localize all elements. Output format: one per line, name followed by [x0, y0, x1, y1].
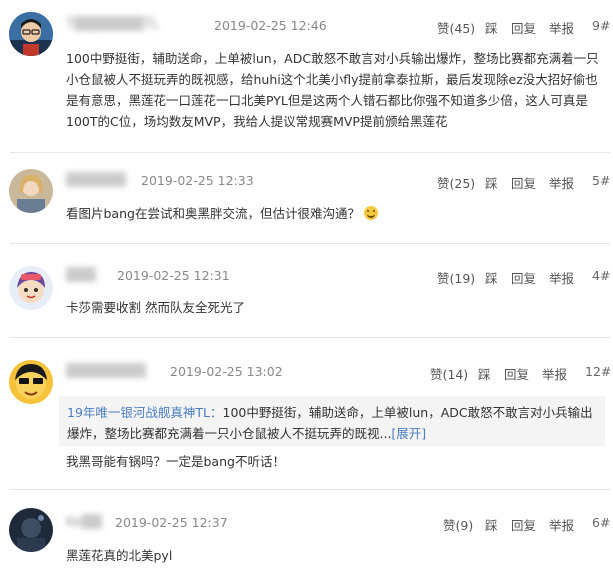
- report-button[interactable]: 举报: [549, 268, 592, 287]
- comment-text: 我黑哥能有锅吗？一定是bang不听话！: [66, 454, 285, 469]
- comment-item: ▒▒▒ 2019-02-25 12:31 赞(19) 踩 回复 举报 4# 卡莎…: [0, 244, 613, 336]
- username[interactable]: ▒▒▒▒▒▒▒▒: [66, 364, 146, 379]
- reply-button[interactable]: 回复: [511, 18, 549, 37]
- comment-time: 2019-02-25 12:37: [115, 515, 228, 530]
- comment-item: Ke▒▒ 2019-02-25 12:37 赞(9) 踩 回复 举报 6# 黑莲…: [0, 490, 613, 579]
- report-button[interactable]: 举报: [549, 173, 592, 192]
- comment-text: 黑莲花真的北美pyl: [66, 548, 173, 563]
- floor-number: 5#: [592, 173, 611, 188]
- username[interactable]: T▒▒▒▒▒▒▒TL: [66, 17, 159, 32]
- like-button[interactable]: 赞(25): [437, 173, 485, 192]
- reply-button[interactable]: 回复: [511, 515, 549, 534]
- report-button[interactable]: 举报: [549, 18, 592, 37]
- comment-actions: 赞(14) 踩 回复 举报 12#: [430, 364, 611, 383]
- comment-item: ▒▒▒▒▒▒ 2019-02-25 12:33 赞(25) 踩 回复 举报 5#…: [0, 153, 613, 241]
- comment-actions: 赞(9) 踩 回复 举报 6#: [443, 515, 610, 534]
- dislike-button[interactable]: 踩: [485, 515, 511, 534]
- avatar[interactable]: [9, 266, 53, 310]
- dislike-button[interactable]: 踩: [485, 173, 511, 192]
- reply-button[interactable]: 回复: [504, 364, 542, 383]
- report-button[interactable]: 举报: [549, 515, 592, 534]
- quoted-username[interactable]: 19年唯一银河战舰真神TL：: [67, 405, 223, 420]
- comment-item: T▒▒▒▒▒▒▒TL 2019-02-25 12:46 赞(45) 踩 回复 举…: [0, 0, 613, 150]
- floor-number: 12#: [585, 364, 612, 379]
- comment-text-body: 看图片bang在尝试和奥黑胖交流，但估计很难沟通？: [66, 206, 360, 221]
- comment-text: 卡莎需要收割 然而队友全死光了: [66, 300, 245, 315]
- comment-text: 看图片bang在尝试和奥黑胖交流，但估计很难沟通？: [66, 203, 606, 224]
- comment-actions: 赞(45) 踩 回复 举报 9#: [437, 18, 610, 37]
- comment-time: 2019-02-25 12:33: [141, 173, 254, 188]
- grin-emoji-icon: [363, 206, 378, 220]
- floor-number: 6#: [592, 515, 611, 530]
- dislike-button[interactable]: 踩: [478, 364, 504, 383]
- dislike-button[interactable]: 踩: [485, 268, 511, 287]
- comment-actions: 赞(25) 踩 回复 举报 5#: [437, 173, 610, 192]
- comment-time: 2019-02-25 12:31: [117, 268, 230, 283]
- comment-item: ▒▒▒▒▒▒▒▒ 2019-02-25 13:02 赞(14) 踩 回复 举报 …: [0, 338, 613, 488]
- reply-button[interactable]: 回复: [511, 268, 549, 287]
- avatar[interactable]: [9, 360, 53, 404]
- floor-number: 4#: [592, 268, 611, 283]
- avatar[interactable]: [9, 169, 53, 213]
- avatar[interactable]: [9, 508, 53, 552]
- comment-actions: 赞(19) 踩 回复 举报 4#: [437, 268, 610, 287]
- dislike-button[interactable]: 踩: [485, 18, 511, 37]
- expand-link[interactable]: [展开]: [391, 426, 426, 441]
- username[interactable]: Ke▒▒: [66, 515, 102, 530]
- like-button[interactable]: 赞(14): [430, 364, 478, 383]
- comment-time: 2019-02-25 12:46: [214, 18, 327, 33]
- comment-time: 2019-02-25 13:02: [170, 364, 283, 379]
- like-button[interactable]: 赞(19): [437, 268, 485, 287]
- quoted-comment: 19年唯一银河战舰真神TL：100中野挺街，辅助送命，上单被lun，ADC敢怒不…: [59, 396, 605, 446]
- like-button[interactable]: 赞(45): [437, 18, 485, 37]
- reply-button[interactable]: 回复: [511, 173, 549, 192]
- avatar[interactable]: [9, 12, 53, 56]
- floor-number: 9#: [592, 18, 611, 33]
- report-button[interactable]: 举报: [542, 364, 585, 383]
- comment-text: 100中野挺街，辅助送命，上单被lun，ADC敢怒不敢言对小兵输出爆炸，整场比赛…: [66, 51, 599, 129]
- like-button[interactable]: 赞(9): [443, 515, 485, 534]
- username[interactable]: ▒▒▒: [66, 268, 96, 283]
- username[interactable]: ▒▒▒▒▒▒: [66, 173, 126, 188]
